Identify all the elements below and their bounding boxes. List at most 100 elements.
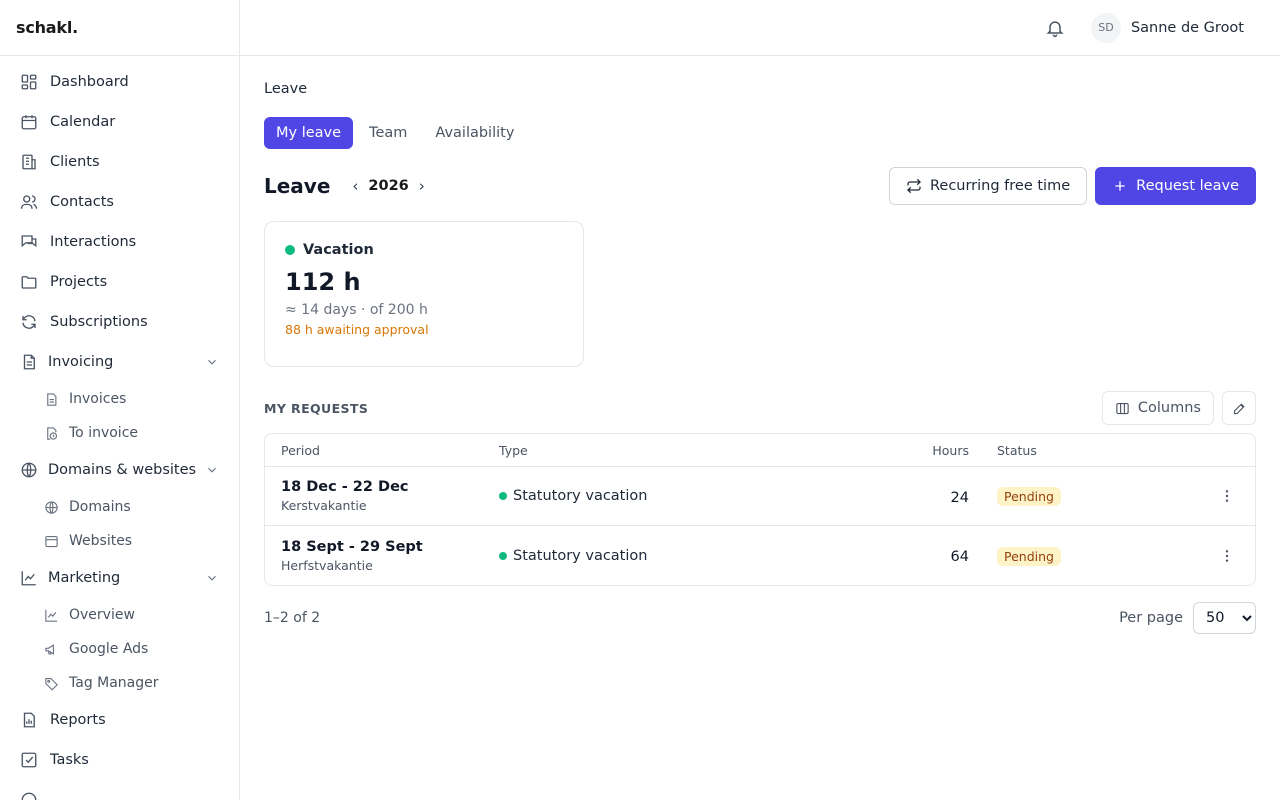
sidebar-item-label: Contacts (50, 194, 114, 210)
balance-days: ≈ 14 days · of 200 h (285, 302, 428, 318)
title-row: Leave ‹ 2026 › Recurring free time Reque… (264, 167, 1256, 205)
awaiting-approval: 88 h awaiting approval (285, 322, 429, 337)
balance-hours: 112 h (285, 268, 361, 296)
section-title: MY REQUESTS (264, 400, 369, 416)
type-cell: Statutory vacation (499, 548, 859, 564)
columns-icon (1115, 401, 1130, 416)
sidebar-item-interactions[interactable]: Interactions (0, 222, 239, 262)
kebab-menu-icon[interactable] (1219, 488, 1235, 504)
sidebar-item-label: Subscriptions (50, 314, 148, 330)
globe-icon (44, 500, 59, 515)
row-menu-cell (1199, 488, 1255, 504)
sidebar-item-dashboard[interactable]: Dashboard (0, 62, 239, 102)
type-cell: Statutory vacation (499, 488, 859, 504)
chevron-down-icon (205, 355, 219, 369)
vacation-balance-card: Vacation 112 h ≈ 14 days · of 200 h 88 h… (264, 221, 584, 367)
column-header-status[interactable]: Status (969, 443, 1199, 458)
year-label: 2026 (368, 178, 409, 194)
edit-button[interactable] (1222, 391, 1256, 425)
tab-team[interactable]: Team (357, 117, 419, 149)
hours-value: 64 (950, 549, 969, 565)
table-actions: Columns (1101, 391, 1256, 425)
requests-header: MY REQUESTS Columns (264, 391, 1256, 425)
per-page-select[interactable]: 50 (1193, 602, 1256, 634)
sidebar-item-domains[interactable]: Domains (0, 490, 239, 524)
tab-my-leave[interactable]: My leave (264, 117, 354, 149)
sidebar-item-to-invoice[interactable]: To invoice (0, 416, 239, 450)
columns-button[interactable]: Columns (1101, 391, 1214, 425)
recurring-free-time-button[interactable]: Recurring free time (888, 167, 1088, 205)
sidebar-group-marketing[interactable]: Marketing (0, 558, 239, 598)
sidebar-item-more[interactable] (0, 780, 239, 800)
sidebar-group-invoicing[interactable]: Invoicing (0, 342, 239, 382)
type-color-dot (499, 551, 507, 560)
sidebar-item-label: Projects (50, 274, 108, 290)
sidebar-group-label: Invoicing (48, 354, 114, 370)
sidebar-group-domains[interactable]: Domains & websites (0, 450, 239, 490)
requests-table: Period Type Hours Status 18 Dec - 22 Dec… (264, 433, 1256, 586)
breadcrumb: Leave (264, 81, 308, 97)
hours-cell: 64 (859, 546, 969, 565)
leave-type: Statutory vacation (513, 547, 648, 564)
table-header: Period Type Hours Status (265, 434, 1255, 467)
request-leave-button[interactable]: Request leave (1095, 167, 1256, 205)
pagination-row: 1–2 of 2 Per page 50 (264, 602, 1256, 634)
browser-icon (44, 534, 59, 549)
vacation-color-dot (285, 245, 295, 255)
sidebar-item-google-ads[interactable]: Google Ads (0, 632, 239, 666)
bell-icon[interactable] (1045, 18, 1065, 38)
user-name[interactable]: Sanne de Groot (1131, 20, 1244, 36)
sidebar-item-projects[interactable]: Projects (0, 262, 239, 302)
document-clock-icon (44, 426, 59, 441)
sidebar-item-websites[interactable]: Websites (0, 524, 239, 558)
sidebar-item-invoices[interactable]: Invoices (0, 382, 239, 416)
sidebar-item-label: Tasks (50, 752, 89, 768)
sidebar-item-label: Overview (69, 607, 135, 623)
report-icon (20, 711, 38, 729)
table-row[interactable]: 18 Sept - 29 Sept Herfstvakantie Statuto… (265, 526, 1255, 585)
sidebar-group-label: Domains & websites (48, 462, 197, 478)
column-header-type[interactable]: Type (499, 443, 859, 458)
sidebar-item-label: Google Ads (69, 641, 149, 657)
tab-availability[interactable]: Availability (423, 117, 526, 149)
sidebar-item-tag-manager[interactable]: Tag Manager (0, 666, 239, 700)
column-header-hours[interactable]: Hours (859, 443, 969, 458)
status-cell: Pending (969, 546, 1199, 566)
top-bar: SD Sanne de Groot (240, 0, 1280, 56)
prev-year-button[interactable]: ‹ (348, 177, 362, 195)
sidebar-item-overview[interactable]: Overview (0, 598, 239, 632)
sidebar-item-reports[interactable]: Reports (0, 700, 239, 740)
column-header-period[interactable]: Period (265, 443, 499, 458)
type-color-dot (499, 492, 507, 500)
period-note: Herfstvakantie (281, 557, 373, 573)
button-label: Recurring free time (929, 178, 1071, 194)
chart-line-icon (44, 608, 59, 623)
sidebar-item-clients[interactable]: Clients (0, 142, 239, 182)
building-icon (20, 153, 38, 171)
dashboard-icon (20, 73, 38, 91)
kebab-menu-icon[interactable] (1219, 548, 1235, 564)
sidebar-item-subscriptions[interactable]: Subscriptions (0, 302, 239, 342)
sidebar-item-calendar[interactable]: Calendar (0, 102, 239, 142)
sidebar-item-contacts[interactable]: Contacts (0, 182, 239, 222)
table-row[interactable]: 18 Dec - 22 Dec Kerstvakantie Statutory … (265, 467, 1255, 526)
page-title: Leave (264, 174, 331, 198)
avatar[interactable]: SD (1090, 12, 1121, 43)
repeat-icon (906, 178, 922, 194)
leave-type: Statutory vacation (513, 488, 648, 504)
globe-icon (20, 461, 38, 479)
status-badge: Pending (997, 546, 1061, 566)
sidebar-item-label: Reports (50, 712, 106, 728)
card-header: Vacation (285, 242, 563, 258)
sidebar-item-label: Tag Manager (69, 675, 159, 691)
plus-icon (1112, 178, 1128, 194)
chart-line-icon (20, 569, 38, 587)
megaphone-icon (44, 642, 59, 657)
pencil-icon (1232, 401, 1247, 416)
sidebar-item-label: Calendar (50, 114, 116, 130)
sidebar-item-tasks[interactable]: Tasks (0, 740, 239, 780)
next-year-button[interactable]: › (415, 177, 429, 195)
chevron-down-icon (205, 571, 219, 585)
app-logo[interactable]: schakl. (0, 0, 239, 56)
calendar-icon (20, 113, 38, 131)
